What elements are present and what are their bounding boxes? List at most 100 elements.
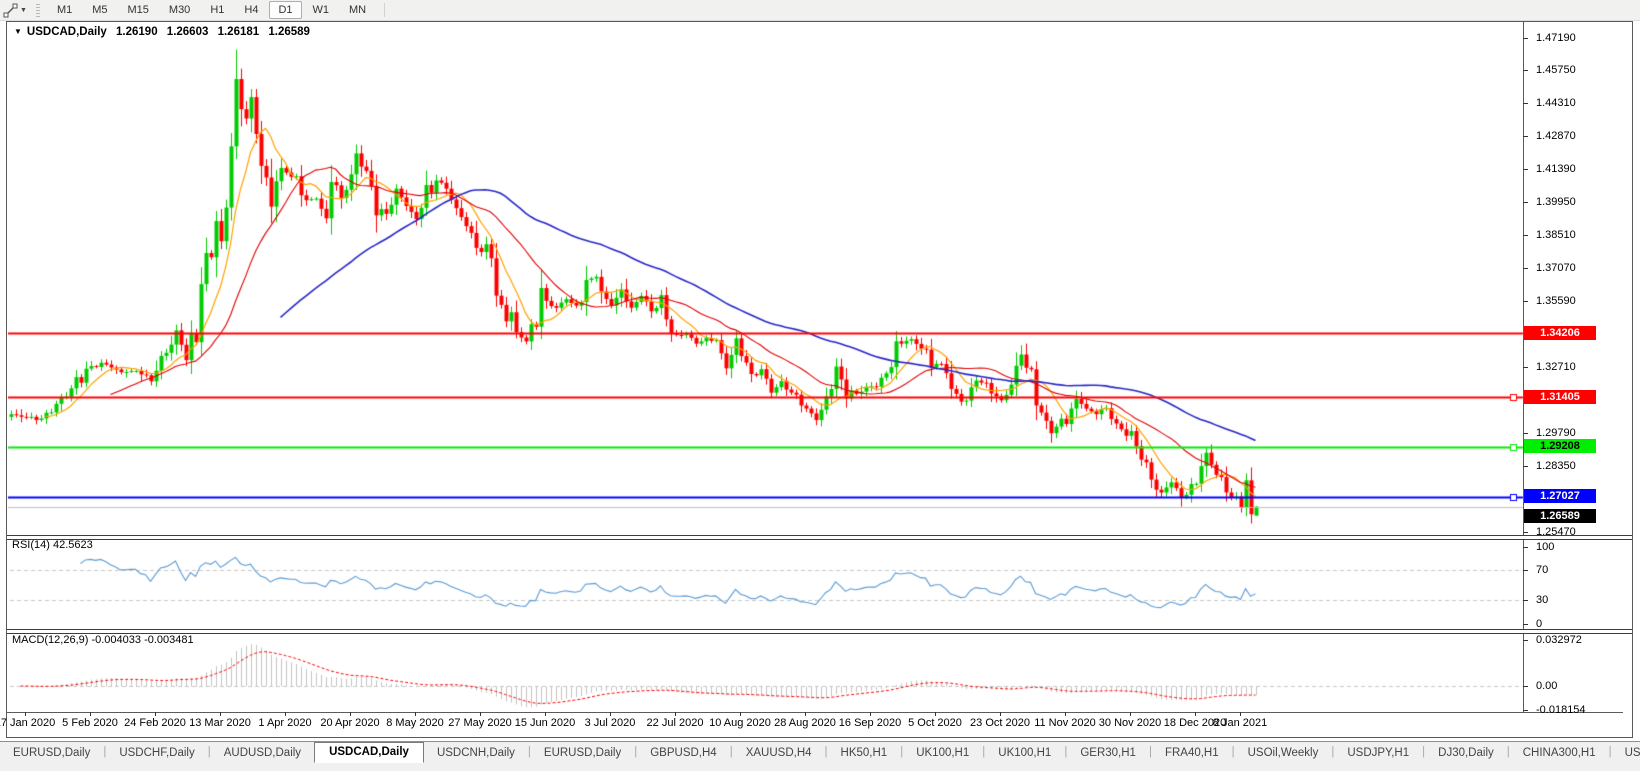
price-tick-mark — [1523, 202, 1528, 203]
date-tick-mark — [415, 712, 416, 716]
price-tick-label: 1.35590 — [1536, 295, 1576, 307]
macd-tick-label: -0.018154 — [1536, 704, 1586, 716]
macd-tick-mark — [1523, 710, 1528, 711]
macd-tick-label: 0.032972 — [1536, 634, 1582, 646]
date-tick-label: 5 Feb 2020 — [62, 717, 118, 729]
price-tick-mark — [1523, 268, 1528, 269]
price-tick-label: 1.37070 — [1536, 262, 1576, 274]
price-tick-mark — [1523, 38, 1528, 39]
timeframe-button-w1[interactable]: W1 — [304, 1, 339, 19]
timeframe-buttons: M1M5M15M30H1H4D1W1MN — [47, 1, 376, 19]
date-tick-label: 30 Nov 2020 — [1099, 717, 1161, 729]
timeframe-button-m5[interactable]: M5 — [83, 1, 116, 19]
symbol-period-label: USDCAD,Daily — [27, 26, 107, 38]
timeframe-button-m15[interactable]: M15 — [119, 1, 158, 19]
main-rsi-separator[interactable] — [7, 535, 1632, 540]
chart-window-border-top — [6, 21, 1633, 22]
chart-tab-usdcad-daily[interactable]: USDCAD,Daily — [314, 742, 424, 763]
price-tick-mark — [1523, 301, 1528, 302]
price-tick-label: 1.28350 — [1536, 460, 1576, 472]
date-tick-mark — [1065, 712, 1066, 716]
symbol-tab-bar: EURUSD,Daily|USDCHF,Daily|AUDUSD,DailyUS… — [0, 741, 1640, 771]
date-tick-mark — [480, 712, 481, 716]
ohlc-close: 1.26589 — [268, 26, 310, 38]
dropdown-caret-icon[interactable]: ▼ — [20, 7, 27, 14]
chart-tab-usoil-[interactable]: USOil, — [1612, 743, 1640, 762]
timeframe-button-m1[interactable]: M1 — [48, 1, 81, 19]
chart-title: ▼USDCAD,Daily 1.26190 1.26603 1.26181 1.… — [14, 26, 310, 38]
date-tick-mark — [25, 712, 26, 716]
date-tick-label: 28 Aug 2020 — [774, 717, 836, 729]
timeframe-button-mn[interactable]: MN — [340, 1, 375, 19]
chart-tab-hk50-h1[interactable]: HK50,H1 — [828, 743, 901, 762]
date-tick-label: 22 Jul 2020 — [647, 717, 704, 729]
current-price-badge: 1.26589 — [1524, 509, 1596, 523]
chart-tab-xauusd-h4[interactable]: XAUUSD,H4 — [733, 743, 825, 762]
price-tick-label: 1.32710 — [1536, 361, 1576, 373]
toolbar-grip[interactable] — [36, 4, 40, 17]
chart-tab-gbpusd-h4[interactable]: GBPUSD,H4 — [637, 743, 729, 762]
date-tick-label: 5 Oct 2020 — [908, 717, 962, 729]
hline-price-badge: 1.27027 — [1524, 489, 1596, 503]
chart-tab-dj30-daily[interactable]: DJ30,Daily — [1425, 743, 1507, 762]
top-toolbar: ▼ M1M5M15M30H1H4D1W1MN — [0, 0, 1640, 21]
date-tick-mark — [220, 712, 221, 716]
price-tick-mark — [1523, 103, 1528, 104]
price-tick-label: 1.45750 — [1536, 64, 1576, 76]
rsi-macd-separator[interactable] — [7, 629, 1632, 634]
date-tick-mark — [285, 712, 286, 716]
hline-price-badge: 1.29208 — [1524, 439, 1596, 453]
date-tick-label: 27 May 2020 — [448, 717, 512, 729]
date-tick-label: 10 Aug 2020 — [709, 717, 771, 729]
date-tick-mark — [870, 712, 871, 716]
hline-price-badge: 1.34206 — [1524, 326, 1596, 340]
price-tick-label: 1.39950 — [1536, 196, 1576, 208]
chart-tab-uk100-h1[interactable]: UK100,H1 — [903, 743, 982, 762]
date-tick-mark — [1130, 712, 1131, 716]
chart-tab-eurusd-daily[interactable]: EURUSD,Daily — [0, 743, 103, 762]
chart-tab-china300-h1[interactable]: CHINA300,H1 — [1510, 743, 1609, 762]
date-tick-mark — [1195, 712, 1196, 716]
timeframe-button-m30[interactable]: M30 — [160, 1, 199, 19]
timeframe-button-d1[interactable]: D1 — [269, 1, 301, 19]
rsi-label: RSI(14) 42.5623 — [12, 539, 93, 551]
chart-tab-uk100-h1[interactable]: UK100,H1 — [985, 743, 1064, 762]
date-tick-label: 24 Feb 2020 — [124, 717, 186, 729]
date-tick-mark — [1000, 712, 1001, 716]
macd-tick-label: 0.00 — [1536, 680, 1557, 692]
date-tick-mark — [90, 712, 91, 716]
timeframe-button-h1[interactable]: H1 — [201, 1, 233, 19]
rsi-tick-mark — [1523, 600, 1528, 601]
rsi-tick-label: 30 — [1536, 594, 1548, 606]
date-tick-label: 1 Apr 2020 — [258, 717, 311, 729]
chart-tab-usdjpy-h1[interactable]: USDJPY,H1 — [1334, 743, 1422, 762]
price-tick-mark — [1523, 70, 1528, 71]
chart-canvas[interactable] — [0, 0, 1640, 770]
chart-tab-audusd-daily[interactable]: AUDUSD,Daily — [211, 743, 314, 762]
date-tick-mark — [1240, 712, 1241, 716]
price-tick-label: 1.29790 — [1536, 427, 1576, 439]
price-tick-mark — [1523, 367, 1528, 368]
chart-tab-usdchf-daily[interactable]: USDCHF,Daily — [106, 743, 207, 762]
macd-label: MACD(12,26,9) -0.004033 -0.003481 — [12, 634, 194, 646]
rsi-tick-label: 0 — [1536, 618, 1542, 630]
ohlc-high: 1.26603 — [167, 26, 209, 38]
date-tick-label: 20 Apr 2020 — [320, 717, 379, 729]
date-tick-label: 8 Jan 2021 — [1213, 717, 1267, 729]
chart-tab-usdcnh-daily[interactable]: USDCNH,Daily — [424, 743, 528, 762]
line-tool-button[interactable]: ▼ — [0, 1, 31, 19]
price-tick-label: 1.25470 — [1536, 526, 1576, 538]
chart-tab-usoil-weekly[interactable]: USOil,Weekly — [1235, 743, 1332, 762]
hline-price-badge: 1.31405 — [1524, 390, 1596, 404]
rsi-tick-mark — [1523, 547, 1528, 548]
timeframe-button-h4[interactable]: H4 — [235, 1, 267, 19]
price-tick-mark — [1523, 532, 1528, 533]
price-tick-label: 1.47190 — [1536, 32, 1576, 44]
rsi-tick-mark — [1523, 624, 1528, 625]
chart-tab-ger30-h1[interactable]: GER30,H1 — [1067, 743, 1149, 762]
chart-tab-fra40-h1[interactable]: FRA40,H1 — [1152, 743, 1232, 762]
date-tick-label: 17 Jan 2020 — [0, 717, 55, 729]
collapse-triangle-icon[interactable]: ▼ — [14, 27, 22, 36]
toolbar-separator — [384, 3, 385, 17]
chart-tab-eurusd-daily[interactable]: EURUSD,Daily — [531, 743, 634, 762]
